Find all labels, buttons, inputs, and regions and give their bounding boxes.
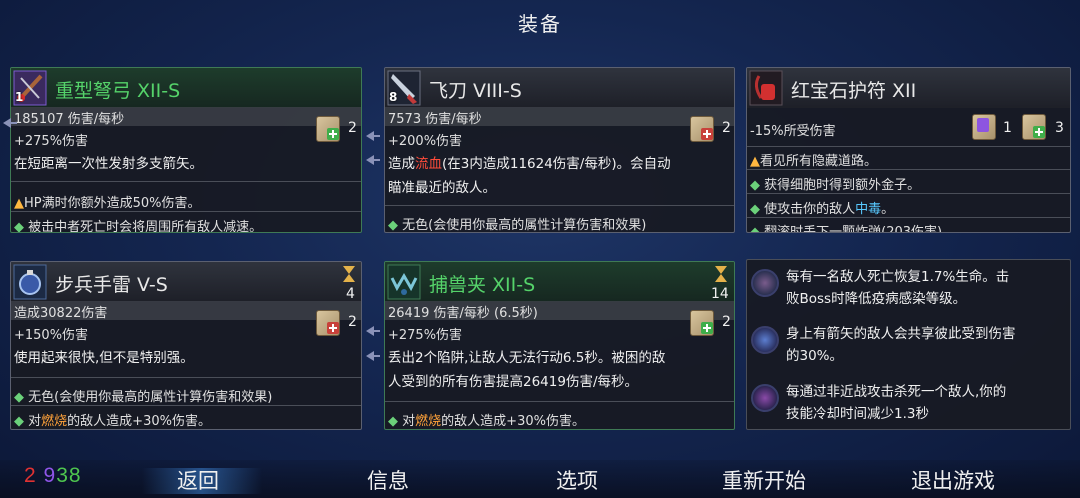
weapon-description: 造成流血(在3内造成11624伤害/每秒)。会自动 瞄准最近的敌人。 (388, 156, 671, 196)
tactics-scroll-icon (972, 114, 996, 140)
cooldown-icon (715, 266, 727, 282)
scroll-count: 2 (722, 314, 731, 330)
brutality-scroll-icon (690, 116, 714, 142)
mutation-item[interactable]: 每有一名敌人死亡恢复1.7%生命。击 败Boss时降低疫病感染等级。 (748, 263, 1070, 311)
amulet-card-ruby[interactable]: 红宝石护符 XII -15%所受伤害 1 3 ▲看见所有隐藏道路。 ◆ 获得细胞… (746, 67, 1071, 233)
skill-name: 步兵手雷 V-S (55, 274, 168, 296)
amulet-icon (749, 70, 783, 106)
affix-line: ◆ 被击中者死亡时会将周围所有敌人减速。 (14, 220, 263, 233)
amulet-name: 红宝石护符 XII (791, 80, 917, 102)
weapon-level: 8 (389, 90, 398, 104)
arrow-link-icon (751, 326, 779, 354)
scroll-stat-counter: 2 938 (24, 464, 82, 488)
menu-options-button[interactable]: 选项 (556, 465, 598, 495)
weapon-damage-bonus: +275%伤害 (14, 134, 89, 149)
skill-damage-bonus: +150%伤害 (14, 328, 89, 343)
affix-line: ◆ 获得细胞时得到额外金子。 (750, 178, 921, 193)
grenade-icon (13, 264, 47, 300)
weapon-level: 1 (15, 90, 24, 104)
scroll-count: 2 (348, 120, 357, 136)
affix-line: ▲看见所有隐藏道路。 (750, 154, 878, 169)
scroll-count: 3 (1055, 120, 1064, 136)
affix-line: ◆ 对燃烧的敌人造成+30%伤害。 (388, 414, 585, 429)
link-arrow-icon (366, 155, 380, 165)
survival-count: 38 (56, 464, 82, 487)
menu-back-button[interactable]: 返回 (177, 465, 219, 495)
skill-name: 捕兽夹 XII-S (429, 274, 536, 296)
cooldown-icon (343, 266, 355, 282)
menu-info-button[interactable]: 信息 (367, 465, 409, 495)
scroll-count: 2 (348, 314, 357, 330)
cooldown-value: 4 (346, 286, 355, 302)
scroll-count: 2 (722, 120, 731, 136)
skull-mouth-icon (751, 269, 779, 297)
skill-card-infantry-grenade[interactable]: 步兵手雷 V-S 4 造成30822伤害 +150%伤害 2 使用起来很快,但不… (10, 261, 362, 430)
mutation-item[interactable]: 每通过非近战攻击杀死一个敌人,你的 技能冷却时间减少1.3秒 (748, 378, 1070, 426)
skill-damage: 造成30822伤害 (14, 306, 108, 321)
skill-card-wolf-trap[interactable]: 捕兽夹 XII-S 14 26419 伤害/每秒 (6.5秒) +275%伤害 … (384, 261, 735, 430)
brutality-count: 2 (24, 464, 37, 487)
brutality-scroll-icon (316, 310, 340, 336)
affix-line: ◆ 使攻击你的敌人中毒。 (750, 202, 895, 217)
spike-wheel-icon (751, 384, 779, 412)
weapon-name: 重型弩弓 XII-S (55, 80, 181, 102)
link-arrow-icon (366, 131, 380, 141)
affix-line: ◆ 翻滚时丢下一颗炸弹(203伤害) (750, 225, 943, 233)
weapon-card-throwing-knife[interactable]: 8 飞刀 VIII-S 7573 伤害/每秒 +200%伤害 2 造成流血(在3… (384, 67, 735, 233)
skill-damage-bonus: +275%伤害 (388, 328, 463, 343)
cooldown-value: 14 (711, 286, 729, 302)
tactics-scroll-icon (316, 116, 340, 142)
skill-description: 丢出2个陷阱,让敌人无法行动6.5秒。被困的敌 人受到的所有伤害提高26419伤… (388, 350, 666, 390)
affix-line: ▲HP满时你额外造成50%伤害。 (14, 196, 201, 211)
weapon-dps: 185107 伤害/每秒 (14, 112, 125, 127)
weapon-description: 在短距离一次性发射多支箭矢。 (14, 156, 203, 172)
weapon-name: 飞刀 VIII-S (429, 80, 522, 102)
amulet-stat: -15%所受伤害 (750, 124, 836, 139)
menu-restart-button[interactable]: 重新开始 (722, 465, 806, 495)
tactics-count: 9 (43, 464, 57, 487)
affix-line: ◆ 无色(会使用你最高的属性计算伤害和效果) (388, 218, 647, 233)
weapon-dps: 7573 伤害/每秒 (388, 112, 482, 127)
wolf-trap-icon (387, 264, 421, 300)
affix-line: ◆ 对燃烧的敌人造成+30%伤害。 (14, 414, 211, 429)
link-arrow-icon (366, 326, 380, 336)
link-arrow-icon (3, 118, 17, 128)
weapon-card-heavy-crossbow[interactable]: 1 重型弩弓 XII-S 185107 伤害/每秒 +275%伤害 2 在短距离… (10, 67, 362, 233)
survival-scroll-icon (690, 310, 714, 336)
mutation-item[interactable]: 身上有箭矢的敌人会共享彼此受到伤害 的30%。 (748, 320, 1070, 368)
weapon-damage-bonus: +200%伤害 (388, 134, 463, 149)
link-arrow-icon (366, 351, 380, 361)
skill-description: 使用起来很快,但不是特别强。 (14, 350, 194, 366)
scroll-count: 1 (1003, 120, 1012, 136)
survival-scroll-icon (1022, 114, 1046, 140)
inventory-title: 装备 (518, 12, 562, 36)
menu-quit-button[interactable]: 退出游戏 (911, 465, 995, 495)
skill-damage: 26419 伤害/每秒 (6.5秒) (388, 306, 538, 321)
affix-line: ◆ 无色(会使用你最高的属性计算伤害和效果) (14, 390, 273, 405)
